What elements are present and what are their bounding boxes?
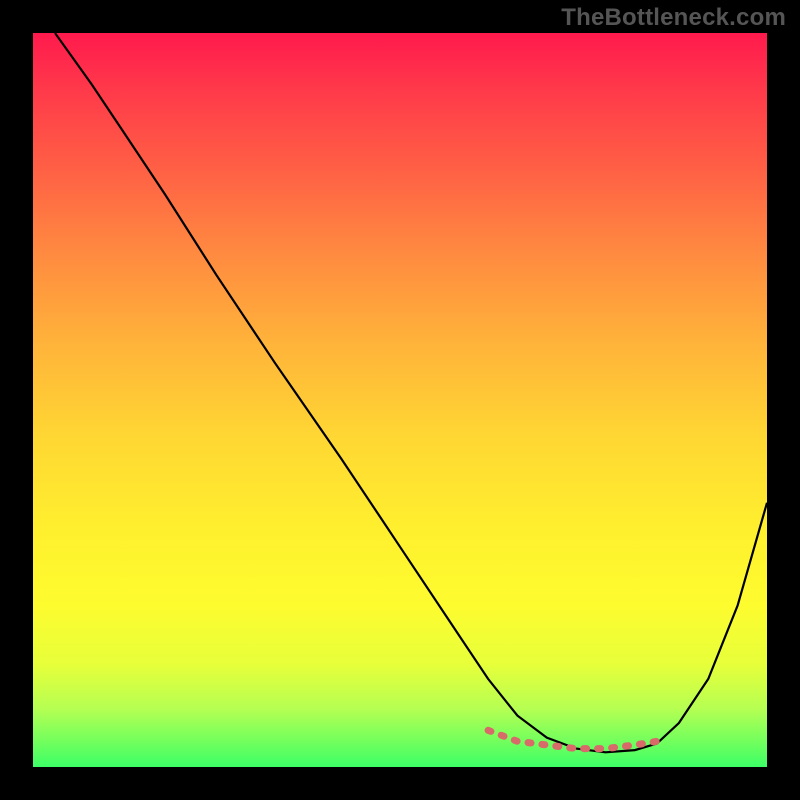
chart-frame: TheBottleneck.com [0,0,800,800]
bottleneck-curve [55,33,767,752]
optimal-zone-curve [488,730,657,748]
watermark-text: TheBottleneck.com [561,4,786,32]
curve-layer [33,33,767,767]
plot-area [33,33,767,767]
